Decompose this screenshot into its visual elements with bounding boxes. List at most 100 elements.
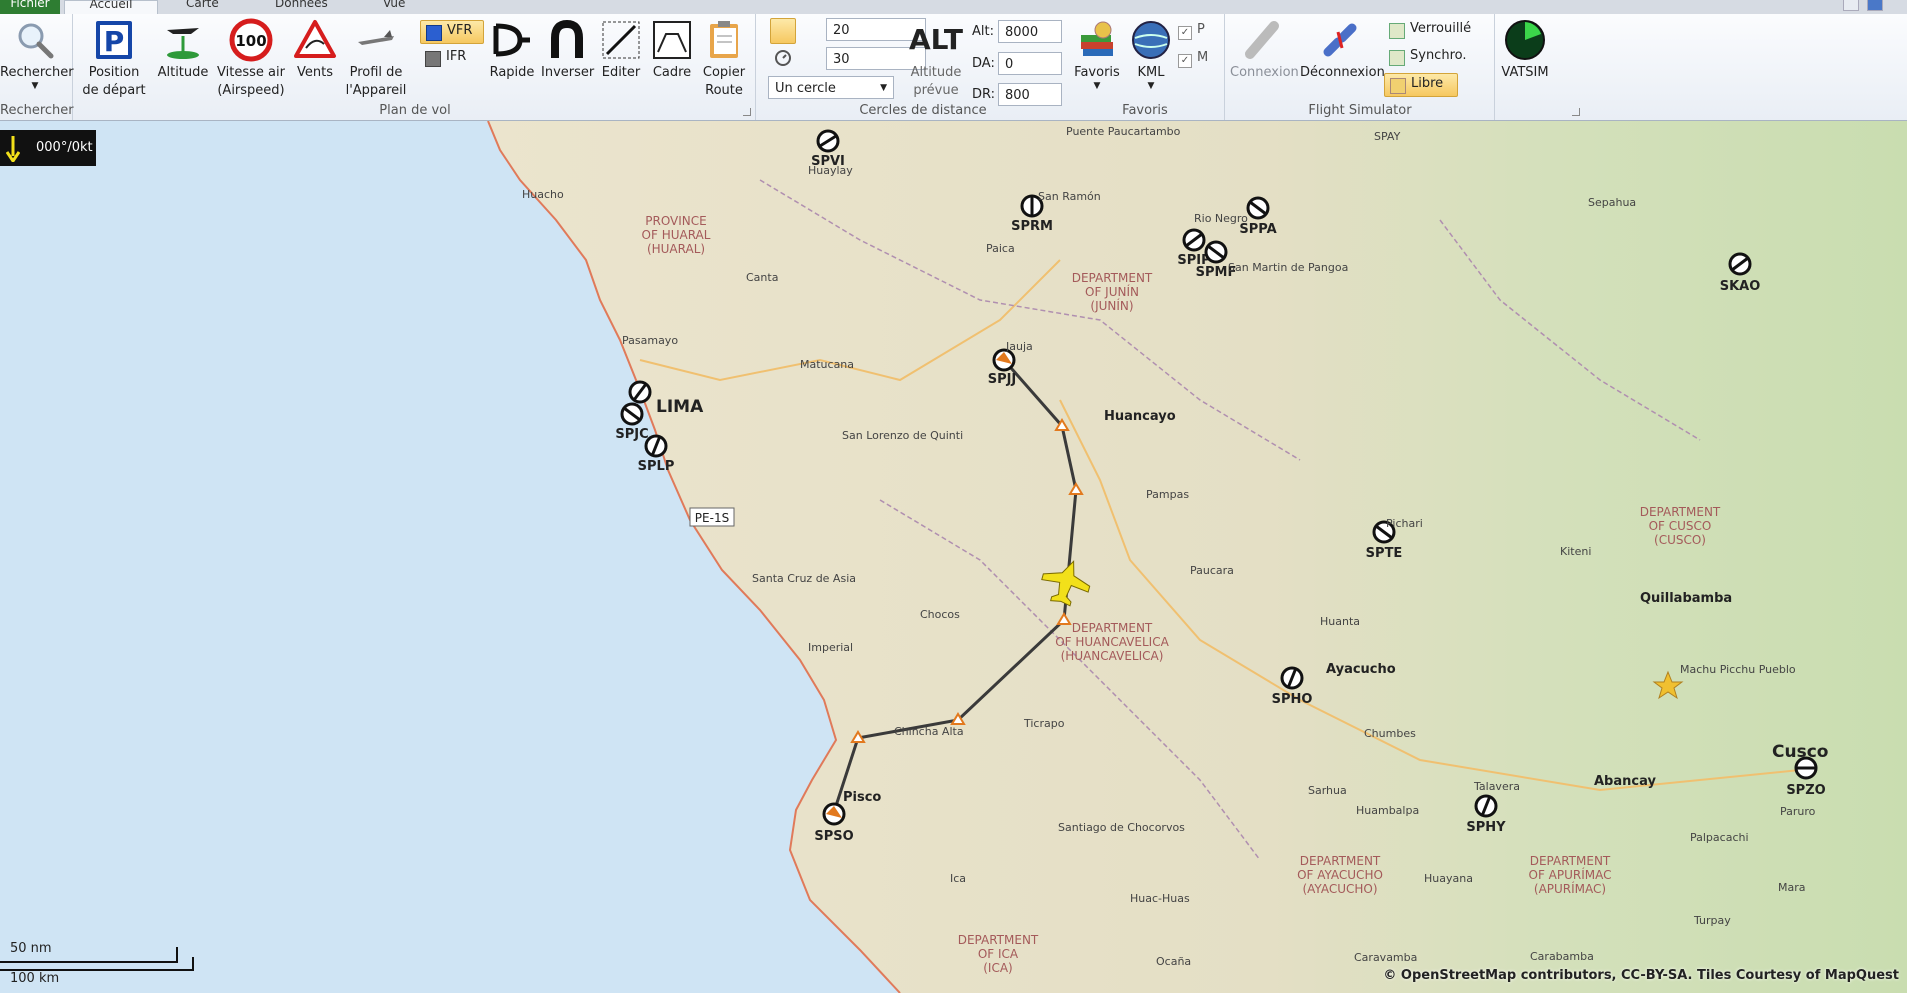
svg-text:DEPARTMENT: DEPARTMENT	[1530, 854, 1611, 868]
altitude-plane-icon	[167, 28, 199, 59]
svg-text:Imperial: Imperial	[808, 641, 853, 654]
group-plan-de-vol: P Position de départ Altitude 100 Vitess…	[75, 14, 756, 120]
da-input[interactable]: 0	[998, 52, 1062, 75]
svg-text:SPZO: SPZO	[1786, 783, 1825, 798]
favoris-button[interactable]: Favoris ▼	[1070, 18, 1124, 91]
deconnexion-button[interactable]: Déconnexion	[1300, 18, 1385, 82]
svg-text:San Lorenzo de Quinti: San Lorenzo de Quinti	[842, 429, 963, 442]
books-icon	[1081, 21, 1113, 56]
svg-text:SPTE: SPTE	[1366, 546, 1403, 561]
svg-text:SPLP: SPLP	[638, 459, 675, 474]
vitesse-air-button[interactable]: 100 Vitesse air (Airspeed)	[215, 18, 287, 100]
kml-button[interactable]: KML ▼	[1126, 18, 1176, 91]
verrouille-toggle[interactable]: Verrouillé	[1384, 19, 1477, 41]
ruler-toggle[interactable]	[770, 18, 796, 44]
svg-text:Quillabamba: Quillabamba	[1640, 591, 1732, 606]
profil-appareil-button[interactable]: Profil de l'Appareil	[343, 18, 409, 100]
wind-arrow-icon	[6, 136, 20, 162]
svg-text:Rio Negro: Rio Negro	[1194, 212, 1248, 225]
svg-text:Santa Cruz de Asia: Santa Cruz de Asia	[752, 572, 856, 585]
vfr-square-icon	[426, 25, 442, 41]
svg-text:Huacho: Huacho	[522, 188, 564, 201]
svg-text:DEPARTMENT: DEPARTMENT	[1072, 271, 1153, 285]
svg-text:Ticrapo: Ticrapo	[1023, 717, 1065, 730]
svg-text:Paucara: Paucara	[1190, 564, 1234, 577]
inverser-button[interactable]: Inverser	[541, 18, 594, 82]
libre-toggle[interactable]: Libre	[1384, 73, 1458, 97]
tab-donnees[interactable]: Données	[275, 0, 328, 14]
lock-icon	[1389, 23, 1405, 39]
position-depart-button[interactable]: P Position de départ	[81, 18, 147, 100]
svg-text:SPHY: SPHY	[1466, 820, 1506, 835]
flight-sim-launcher[interactable]	[1572, 108, 1580, 116]
plan-de-vol-launcher[interactable]	[743, 108, 751, 116]
minimize-button[interactable]	[1843, 0, 1859, 11]
svg-text:(HUARAL): (HUARAL)	[647, 242, 705, 256]
cadre-button[interactable]: Cadre	[649, 18, 695, 82]
stopwatch-icon[interactable]	[774, 48, 792, 66]
map-attribution: © OpenStreetMap contributors, CC-BY-SA. …	[1383, 968, 1899, 983]
disconnect-plug-icon	[1323, 23, 1357, 57]
map-canvas[interactable]: SPVI SPRM SPIP SPMF SPPA SKAO SPJJ SPJC …	[0, 121, 1907, 993]
city-lima: LIMA	[656, 397, 704, 417]
da-label: DA:	[972, 56, 995, 71]
svg-text:Sepahua: Sepahua	[1588, 196, 1636, 209]
ifr-toggle[interactable]: IFR	[420, 47, 482, 69]
help-button[interactable]	[1867, 0, 1883, 11]
vents-button[interactable]: Vents	[289, 18, 341, 82]
radar-icon	[1505, 20, 1545, 60]
svg-text:(HUANCAVELICA): (HUANCAVELICA)	[1061, 649, 1164, 663]
svg-text:Sarhua: Sarhua	[1308, 784, 1347, 797]
rechercher-button[interactable]: Rechercher ▼	[0, 18, 74, 91]
svg-text:Matucana: Matucana	[800, 358, 854, 371]
rapide-button[interactable]: Rapide	[487, 18, 537, 82]
direct-route-icon	[493, 23, 530, 57]
group-label-favoris: Favoris	[1122, 103, 1168, 118]
wind-warning-icon	[294, 20, 336, 58]
svg-text:Paruro: Paruro	[1780, 805, 1816, 818]
group-label-flight-sim: Flight Simulator	[1308, 103, 1412, 118]
alt-input[interactable]: 8000	[998, 20, 1062, 43]
svg-text:OF JUNÍN: OF JUNÍN	[1085, 284, 1139, 299]
svg-text:SPAY: SPAY	[1374, 130, 1401, 143]
svg-text:Huayana: Huayana	[1424, 872, 1473, 885]
editer-button[interactable]: Editer	[597, 18, 645, 82]
altitude-prevue-button[interactable]: ALT Altitude prévue	[904, 18, 968, 100]
m-checkbox[interactable]: ✓ M	[1178, 50, 1208, 68]
svg-text:Ica: Ica	[950, 872, 966, 885]
window-controls	[1835, 0, 1895, 11]
circle-mode-select[interactable]: Un cercle ▼	[768, 76, 894, 99]
svg-text:Huaylay: Huaylay	[808, 164, 853, 177]
svg-text:DEPARTMENT: DEPARTMENT	[1300, 854, 1381, 868]
svg-text:(AYACUCHO): (AYACUCHO)	[1302, 882, 1377, 896]
svg-text:OF APURÍMAC: OF APURÍMAC	[1529, 867, 1612, 882]
svg-text:SKAO: SKAO	[1720, 279, 1761, 294]
ifr-square-icon	[425, 51, 441, 67]
tab-carte[interactable]: Carte	[186, 0, 219, 14]
tab-fichier[interactable]: Fichier	[0, 0, 60, 14]
tab-vue[interactable]: Vue	[383, 0, 405, 14]
svg-text:Paica: Paica	[986, 242, 1015, 255]
clipboard-icon	[710, 21, 738, 58]
tab-accueil[interactable]: Accueil	[64, 0, 158, 15]
city-cusco: Cusco	[1772, 742, 1828, 762]
svg-text:PROVINCE: PROVINCE	[645, 214, 707, 228]
connexion-button[interactable]: Connexion	[1230, 18, 1299, 82]
svg-text:P: P	[104, 25, 125, 58]
svg-text:(APURÍMAC): (APURÍMAC)	[1534, 881, 1606, 896]
svg-text:OF HUARAL: OF HUARAL	[642, 228, 711, 242]
aircraft-profile-icon	[358, 30, 394, 45]
alt-icon: ALT	[909, 23, 963, 56]
svg-text:SPSO: SPSO	[814, 829, 853, 844]
svg-text:Turpay: Turpay	[1693, 914, 1731, 927]
map-view[interactable]: SPVI SPRM SPIP SPMF SPPA SKAO SPJJ SPJC …	[0, 121, 1907, 993]
group-favoris: Favoris ▼ KML ▼ ✓ P ✓ M Favoris	[1066, 14, 1225, 120]
copier-route-button[interactable]: Copier Route	[698, 18, 750, 100]
svg-text:Chocos: Chocos	[920, 608, 960, 621]
vfr-toggle[interactable]: VFR	[420, 20, 484, 44]
svg-text:Mara: Mara	[1778, 881, 1806, 894]
altitude-button[interactable]: Altitude	[155, 18, 211, 82]
vatsim-button[interactable]: VATSIM	[1498, 18, 1552, 82]
p-checkbox[interactable]: ✓ P	[1178, 22, 1205, 40]
synchro-toggle[interactable]: Synchro.	[1384, 46, 1473, 68]
